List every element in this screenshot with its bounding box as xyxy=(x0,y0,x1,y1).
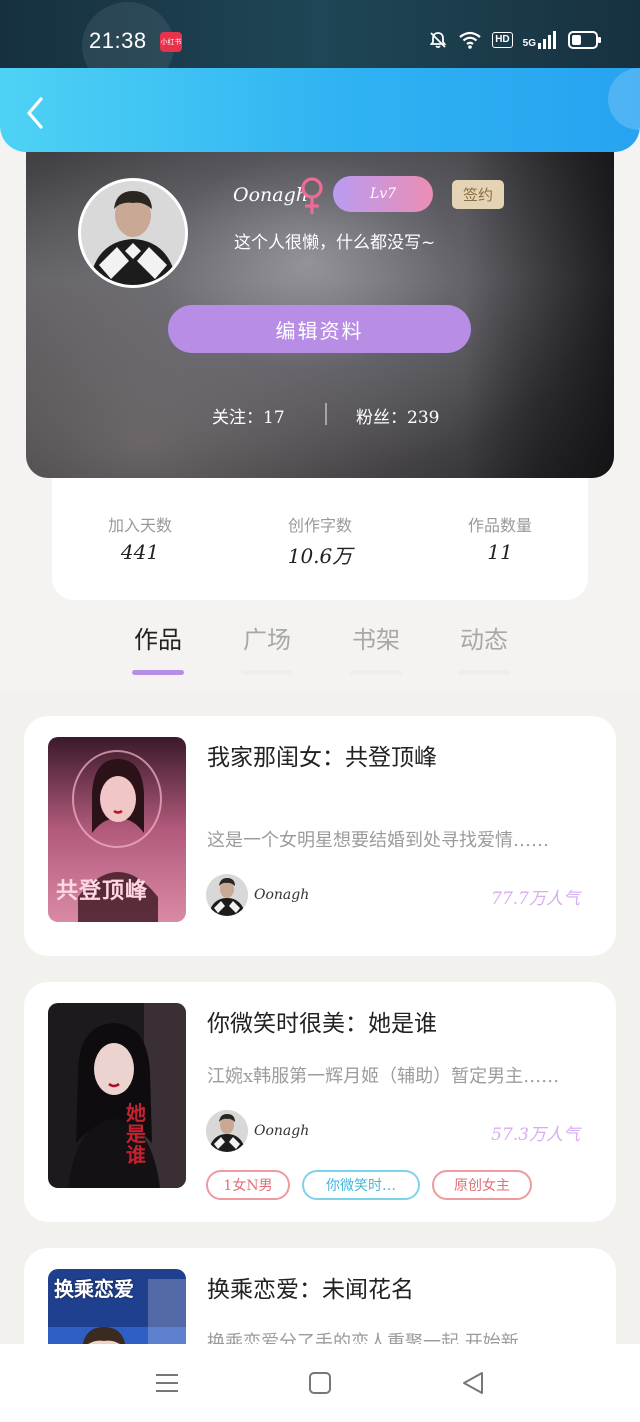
profile-tabs: 作品 广场 书架 动态 xyxy=(0,612,640,688)
stat-value: 10.6万 xyxy=(287,544,353,568)
signal-5g-icon: 5G xyxy=(523,31,558,49)
tab-bookshelf[interactable]: 书架 xyxy=(331,620,421,675)
popularity: 77.7万人气 xyxy=(491,889,580,909)
cover-title-text: 换乘恋爱 xyxy=(54,1277,134,1301)
tab-activity[interactable]: 动态 xyxy=(439,620,529,675)
avatar[interactable] xyxy=(78,178,188,288)
work-description: 江婉x韩服第一辉月姬（辅助）暂定男主…… xyxy=(207,1066,560,1087)
stat-word-count: 创作字数 10.6万 xyxy=(240,512,400,569)
system-nav-bar xyxy=(0,1344,640,1422)
following-count[interactable]: 关注：17 xyxy=(212,403,285,428)
tab-indicator xyxy=(132,670,184,675)
author-avatar[interactable] xyxy=(206,1110,248,1152)
sign-badge: 签约 xyxy=(452,180,504,209)
cover-title-text: 她是谁 xyxy=(126,1101,146,1167)
stat-value: 441 xyxy=(120,540,160,564)
profile-card: Oonagh Lv7 签约 这个人很懒，什么都没写~ 编辑资料 关注：17 粉丝… xyxy=(26,118,614,478)
chevron-left-icon xyxy=(27,97,43,129)
status-icons: HD 5G xyxy=(428,30,602,50)
status-time: 21:38 xyxy=(89,28,147,53)
tab-indicator xyxy=(241,670,293,675)
work-card[interactable]: 她是谁 你微笑时很美：她是谁 江婉x韩服第一辉月姬（辅助）暂定男主…… Oona… xyxy=(24,982,616,1222)
bio: 这个人很懒，什么都没写~ xyxy=(234,233,436,253)
follow-stats: 关注：17 粉丝：239 xyxy=(26,401,614,429)
popularity: 57.3万人气 xyxy=(491,1125,580,1145)
tag[interactable]: 原创女主 xyxy=(432,1170,532,1200)
book-cover[interactable]: 共登顶峰 xyxy=(48,737,186,922)
tab-works[interactable]: 作品 xyxy=(113,620,203,675)
bell-off-icon xyxy=(428,30,448,50)
work-card[interactable]: 共登顶峰 我家那闺女：共登顶峰 这是一个女明星想要结婚到处寻找爱情…… Oona… xyxy=(24,716,616,956)
edit-profile-button[interactable]: 编辑资料 xyxy=(168,305,471,353)
back-button[interactable] xyxy=(18,96,52,130)
tab-label: 书架 xyxy=(352,626,400,654)
wifi-icon xyxy=(458,30,482,50)
tag[interactable]: 你微笑时… xyxy=(302,1170,420,1200)
stats-card: 加入天数 441 创作字数 10.6万 作品数量 11 xyxy=(52,470,588,600)
header-bar xyxy=(0,68,640,152)
book-cover[interactable]: 她是谁 xyxy=(48,1003,186,1188)
tab-indicator xyxy=(458,670,510,675)
stat-join-days: 加入天数 441 xyxy=(60,512,220,564)
divider xyxy=(325,403,327,425)
author-name: Oonagh xyxy=(254,887,310,903)
tab-indicator xyxy=(350,670,402,675)
tag[interactable]: 1女N男 xyxy=(206,1170,290,1200)
female-icon xyxy=(298,176,326,220)
tab-label: 动态 xyxy=(460,626,508,654)
stat-label: 作品数量 xyxy=(467,516,532,535)
battery-icon xyxy=(568,30,602,50)
tab-label: 广场 xyxy=(243,626,291,654)
author-avatar[interactable] xyxy=(206,874,248,916)
stat-value: 11 xyxy=(487,540,513,564)
home-square-icon[interactable] xyxy=(307,1370,333,1396)
menu-icon[interactable] xyxy=(154,1370,180,1396)
stat-works-count: 作品数量 11 xyxy=(420,512,580,564)
cover-title-text: 共登顶峰 xyxy=(56,878,149,904)
work-title[interactable]: 我家那闺女：共登顶峰 xyxy=(207,738,437,772)
tab-plaza[interactable]: 广场 xyxy=(222,620,312,675)
stat-label: 创作字数 xyxy=(287,516,352,535)
network-label: 5G xyxy=(522,38,536,49)
username: Oonagh xyxy=(233,184,308,206)
work-title[interactable]: 换乘恋爱：未闻花名 xyxy=(207,1270,414,1304)
hd-icon: HD xyxy=(492,32,513,48)
header-decoration xyxy=(608,68,640,130)
back-triangle-icon[interactable] xyxy=(460,1370,486,1396)
author-name: Oonagh xyxy=(254,1123,310,1139)
stat-label: 加入天数 xyxy=(107,516,172,535)
status-bar: 21:38 小红书 HD 5G xyxy=(0,0,640,90)
work-title[interactable]: 你微笑时很美：她是谁 xyxy=(207,1004,437,1038)
tab-label: 作品 xyxy=(134,626,182,654)
app-notification-icon: 小红书 xyxy=(160,32,182,52)
work-description: 这是一个女明星想要结婚到处寻找爱情…… xyxy=(207,830,549,851)
fans-count[interactable]: 粉丝：239 xyxy=(356,403,439,428)
level-badge: Lv7 xyxy=(333,176,433,212)
